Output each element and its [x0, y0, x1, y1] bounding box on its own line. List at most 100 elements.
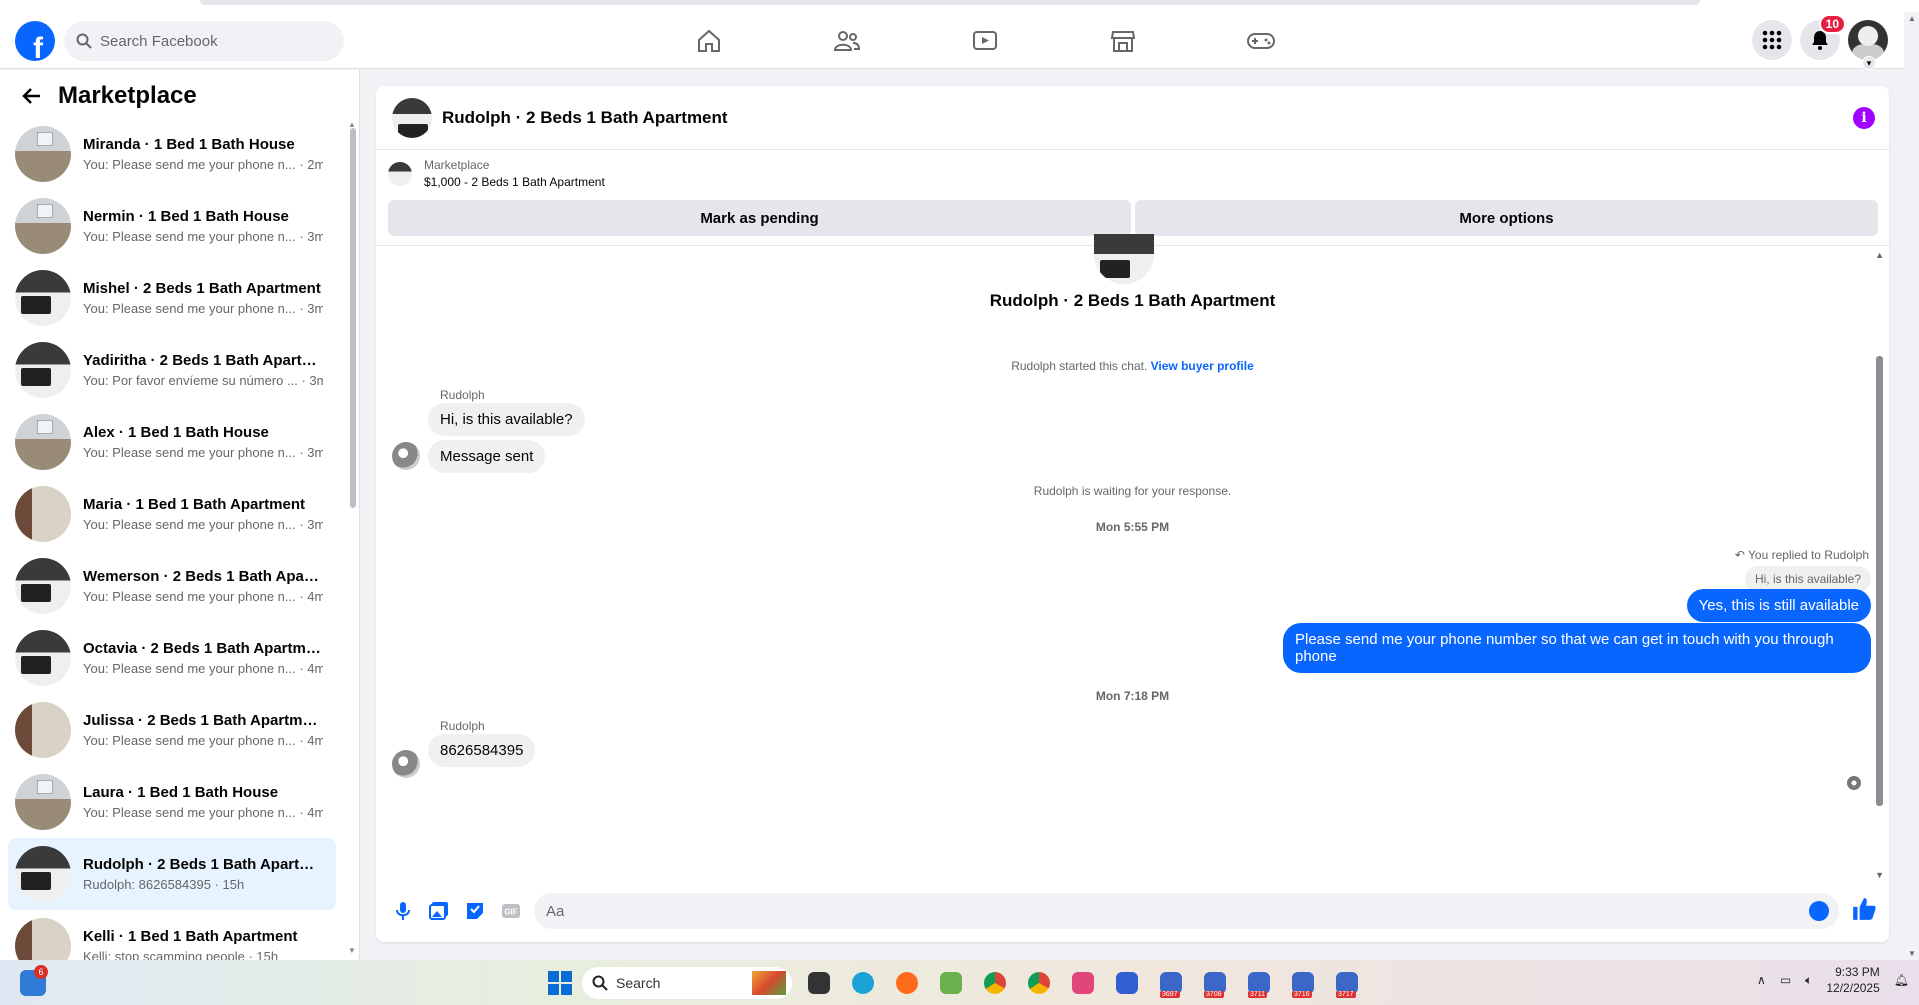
home-icon	[698, 29, 720, 52]
notification-bell-icon[interactable]: 🔔︎	[1894, 973, 1909, 987]
mark-as-pending-button[interactable]: Mark as pending	[388, 200, 1131, 236]
clock[interactable]: 9:33 PM 12/2/2025	[1826, 964, 1879, 996]
info-icon[interactable]: i	[1853, 107, 1875, 129]
app-count: 3716	[1292, 991, 1312, 998]
page-scrollbar[interactable]: ▲ ▼	[1905, 12, 1919, 960]
conversation-preview: You: Please send me your phone n... · 3m	[83, 229, 323, 244]
sender-avatar[interactable]	[392, 442, 420, 470]
app-count: 3708	[1204, 991, 1224, 998]
remote-app-icon[interactable]: 3711	[1242, 966, 1276, 1000]
chevron-down-icon[interactable]: ▾	[1862, 56, 1876, 70]
nav-home[interactable]	[640, 12, 778, 69]
listing-actions: Mark as pending More options	[388, 200, 1878, 236]
more-options-button[interactable]: More options	[1135, 200, 1878, 236]
page-scroll-up-arrow[interactable]: ▲	[1908, 14, 1916, 23]
conversation-title: Kelli · 1 Bed 1 Bath Apartment	[83, 928, 298, 945]
windows-start-icon[interactable]	[548, 971, 572, 995]
message-composer: GIF Aa	[376, 886, 1889, 936]
network-icon[interactable]: ▭	[1780, 973, 1791, 987]
incoming-message[interactable]: Hi, is this available?	[428, 403, 585, 436]
listing-thumbnail	[15, 198, 71, 254]
conversation-title: Rudolph · 2 Beds 1 Bath Apartm...	[83, 856, 323, 873]
remote-app-icon[interactable]: 3708	[1198, 966, 1232, 1000]
search-facebook-input[interactable]: Search Facebook	[64, 21, 344, 61]
conversation-item[interactable]: Kelli · 1 Bed 1 Bath Apartment Kelli: sto…	[8, 910, 336, 960]
conversation-meta: Miranda · 1 Bed 1 Bath House You: Please …	[83, 136, 323, 172]
conversation-item[interactable]: Octavia · 2 Beds 1 Bath Apartment You: Pl…	[8, 622, 336, 694]
header-right-actions: 10 ▾	[1752, 14, 1888, 70]
nav-friends[interactable]	[778, 12, 916, 69]
chrome-icon[interactable]	[1022, 966, 1056, 1000]
remote-app-icon[interactable]: 3697	[1154, 966, 1188, 1000]
outgoing-message[interactable]: Please send me your phone number so that…	[1283, 623, 1871, 673]
volume-icon[interactable]: 🔈︎	[1805, 973, 1812, 988]
sticker-icon[interactable]	[462, 898, 488, 924]
conversation-item[interactable]: Alex · 1 Bed 1 Bath House You: Please sen…	[8, 406, 336, 478]
conversation-item[interactable]: Miranda · 1 Bed 1 Bath House You: Please …	[8, 118, 336, 190]
conversation-item[interactable]: Wemerson · 2 Beds 1 Bath Apart... You: Pl…	[8, 550, 336, 622]
facebook-logo[interactable]: f	[15, 21, 55, 61]
snipping-tool-icon[interactable]	[1066, 966, 1100, 1000]
chrome-profile-icon[interactable]	[978, 966, 1012, 1000]
emoji-icon[interactable]	[1809, 901, 1829, 921]
profile-avatar[interactable]	[1848, 20, 1888, 60]
conversation-item[interactable]: Nermin · 1 Bed 1 Bath House You: Please s…	[8, 190, 336, 262]
gif-icon[interactable]: GIF	[498, 898, 524, 924]
nav-marketplace[interactable]	[1054, 12, 1192, 69]
chat-scrollbar[interactable]	[1876, 356, 1883, 806]
sidebar-scrollbar[interactable]	[350, 128, 356, 508]
conversation-item[interactable]: Rudolph · 2 Beds 1 Bath Apartm... Rudolph…	[8, 838, 336, 910]
listing-thumbnail	[15, 486, 71, 542]
microphone-icon[interactable]	[390, 898, 416, 924]
shield-app-icon[interactable]	[1110, 966, 1144, 1000]
conversation-title: Yadiritha · 2 Beds 1 Bath Apartm...	[83, 352, 323, 369]
listing-thumbnail	[15, 270, 71, 326]
nav-video[interactable]	[916, 12, 1054, 69]
firefox-icon[interactable]	[890, 966, 924, 1000]
nav-gaming[interactable]	[1192, 12, 1330, 69]
page-scroll-down-arrow[interactable]: ▼	[1908, 949, 1916, 958]
incoming-message[interactable]: 8626584395	[428, 734, 536, 767]
chat-scroll-down-arrow[interactable]: ▼	[1875, 870, 1884, 880]
message-input[interactable]: Aa	[534, 893, 1839, 929]
conversation-title: Julissa · 2 Beds 1 Bath Apartment	[83, 712, 323, 729]
outgoing-message[interactable]: Yes, this is still available	[1686, 589, 1871, 622]
incoming-message[interactable]: Message sent	[428, 440, 546, 473]
search-icon	[592, 975, 608, 991]
app-count: 3711	[1248, 991, 1268, 998]
marketplace-sidebar: Marketplace Miranda · 1 Bed 1 Bath House…	[0, 70, 360, 960]
menu-button[interactable]	[1752, 20, 1792, 60]
conversation-item[interactable]: Julissa · 2 Beds 1 Bath Apartment You: Pl…	[8, 694, 336, 766]
conversation-item[interactable]: Laura · 1 Bed 1 Bath House You: Please se…	[8, 766, 336, 838]
photo-icon[interactable]	[426, 898, 452, 924]
view-buyer-profile-link[interactable]: View buyer profile	[1151, 359, 1254, 373]
notifications-button[interactable]: 10	[1800, 14, 1846, 60]
sender-avatar[interactable]	[392, 750, 420, 778]
taskbar-search[interactable]: Search	[582, 967, 792, 999]
listing-summary[interactable]: Marketplace $1,000 - 2 Beds 1 Bath Apart…	[388, 158, 605, 189]
remote-app-icon[interactable]: 3716	[1286, 966, 1320, 1000]
conversation-title: Maria · 1 Bed 1 Bath Apartment	[83, 496, 305, 513]
conversation-item[interactable]: Yadiritha · 2 Beds 1 Bath Apartm... You: …	[8, 334, 336, 406]
replied-label: ↶ You replied to Rudolph	[1735, 548, 1869, 562]
listing-price-title: $1,000 - 2 Beds 1 Bath Apartment	[424, 175, 605, 189]
remote-app-icon[interactable]: 3717	[1330, 966, 1364, 1000]
thumbs-up-icon[interactable]	[1851, 896, 1877, 922]
chat-window: Rudolph · 2 Beds 1 Bath Apartment i Mark…	[376, 86, 1889, 942]
conversation-item[interactable]: Maria · 1 Bed 1 Bath Apartment You: Pleas…	[8, 478, 336, 550]
conversation-list: Miranda · 1 Bed 1 Bath House You: Please …	[8, 118, 336, 960]
scroll-down-arrow[interactable]: ▼	[348, 946, 356, 955]
chat-listing-thumbnail[interactable]	[392, 97, 432, 138]
notification-badge: 10	[1818, 14, 1846, 34]
conversation-item[interactable]: Mishel · 2 Beds 1 Bath Apartment You: Ple…	[8, 262, 336, 334]
notepad-icon[interactable]	[934, 966, 968, 1000]
conversation-meta: Nermin · 1 Bed 1 Bath House You: Please s…	[83, 208, 323, 244]
conversation-title: Alex · 1 Bed 1 Bath House	[83, 424, 269, 441]
back-arrow-icon[interactable]	[20, 84, 44, 108]
file-explorer-icon[interactable]	[802, 966, 836, 1000]
browser-address-edge	[200, 0, 1700, 5]
chevron-up-icon[interactable]: ∧	[1757, 973, 1766, 987]
chat-title[interactable]: Rudolph · 2 Beds 1 Bath Apartment	[442, 108, 728, 128]
edge-browser-icon[interactable]	[846, 966, 880, 1000]
chat-scroll-up-arrow[interactable]: ▲	[1875, 250, 1884, 260]
